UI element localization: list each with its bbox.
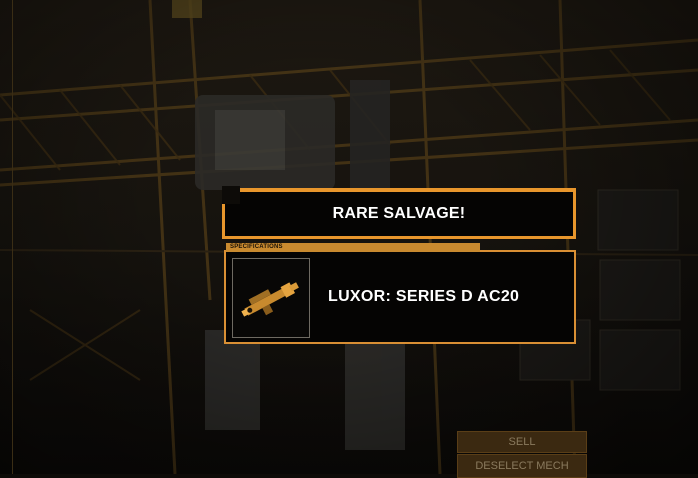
rare-salvage-popup: RARE SALVAGE! LUXOR: SERIES D AC20 SPECI… — [220, 186, 576, 344]
frame-divider — [12, 0, 13, 474]
sell-button[interactable]: SELL — [457, 431, 587, 453]
salvage-item-name: LUXOR: SERIES D AC20 — [328, 288, 520, 305]
deselect-mech-button[interactable]: DESELECT MECH — [457, 454, 587, 478]
popup-title: RARE SALVAGE! — [332, 205, 466, 222]
popup-title-box: RARE SALVAGE! — [222, 188, 576, 239]
specifications-panel: LUXOR: SERIES D AC20 — [224, 250, 576, 344]
specifications-label: SPECIFICATIONS — [230, 244, 283, 250]
autocannon-icon — [241, 282, 299, 317]
title-corner-notch — [222, 186, 240, 204]
item-thumbnail — [232, 258, 310, 338]
